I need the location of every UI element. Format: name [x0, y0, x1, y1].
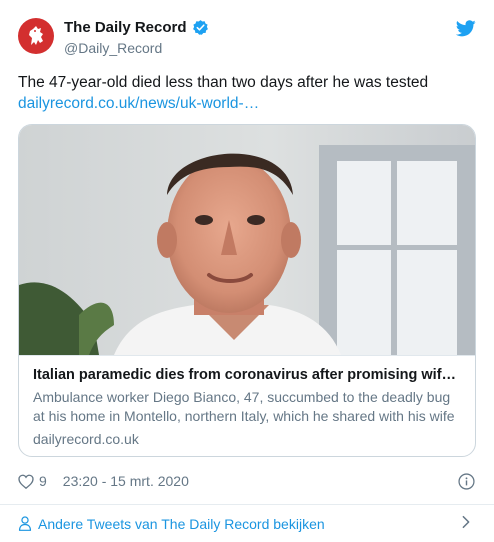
- link-preview-card[interactable]: Italian paramedic dies from coronavirus …: [18, 124, 476, 457]
- more-tweets-label[interactable]: Andere Tweets van The Daily Record bekij…: [38, 516, 325, 532]
- tweet-text: The 47-year-old died less than two days …: [18, 74, 429, 91]
- card-image[interactable]: [19, 125, 475, 355]
- like-count[interactable]: 9: [39, 473, 47, 489]
- info-icon[interactable]: [458, 473, 475, 490]
- card-title[interactable]: Italian paramedic dies from coronavirus …: [33, 366, 461, 385]
- account-name[interactable]: The Daily Record: [64, 19, 187, 36]
- more-tweets-link[interactable]: Andere Tweets van The Daily Record bekij…: [0, 505, 494, 542]
- avatar[interactable]: [18, 18, 54, 54]
- account-name-row[interactable]: The Daily Record: [64, 19, 209, 36]
- tweet-link[interactable]: dailyrecord.co.uk/news/uk-world-…: [18, 95, 259, 113]
- card-body[interactable]: Italian paramedic dies from coronavirus …: [19, 355, 475, 456]
- lion-rampant-logo: [29, 26, 43, 45]
- tweet-timestamp[interactable]: 23:20 - 15 mrt. 2020: [63, 473, 189, 489]
- card-domain: dailyrecord.co.uk: [33, 431, 139, 447]
- card-description: Ambulance worker Diego Bianco, 47, succu…: [33, 389, 455, 424]
- twitter-bird-icon[interactable]: [456, 20, 476, 37]
- tweet-meta: 9 23:20 - 15 mrt. 2020: [18, 470, 189, 492]
- chevron-right-icon[interactable]: [461, 515, 471, 529]
- heart-icon[interactable]: [18, 474, 34, 489]
- account-handle[interactable]: @Daily_Record: [64, 40, 162, 56]
- portrait-photo: [19, 125, 475, 355]
- verified-badge-icon: [192, 20, 208, 35]
- embedded-tweet: The Daily Record @Daily_Record The 47-ye…: [0, 0, 494, 542]
- person-icon: [18, 516, 32, 531]
